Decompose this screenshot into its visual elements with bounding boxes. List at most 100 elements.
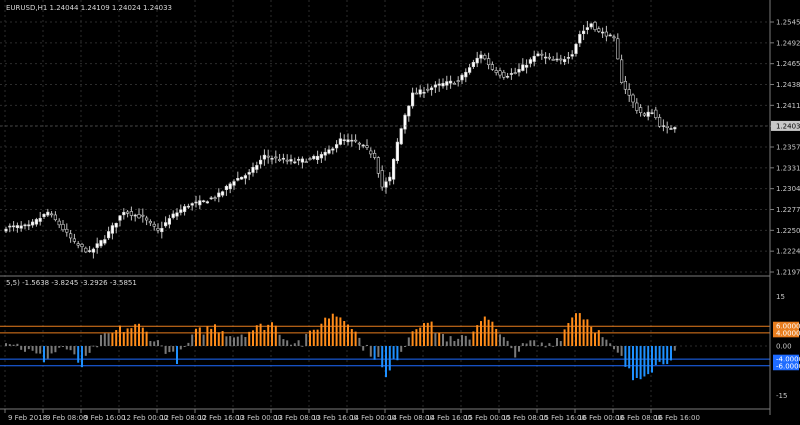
histogram-bar	[601, 337, 604, 346]
candle-body	[164, 222, 168, 227]
histogram-bar	[84, 346, 87, 356]
candle-body	[410, 92, 415, 107]
histogram-bar	[567, 323, 570, 346]
histogram-bar	[491, 321, 494, 346]
candle-body	[190, 203, 194, 206]
histogram-bar	[157, 340, 159, 346]
candle-body	[57, 220, 61, 226]
histogram-bar	[107, 333, 110, 346]
candle-body	[23, 224, 27, 227]
histogram-bar	[430, 321, 433, 346]
candle-body	[346, 139, 350, 143]
histogram-bar	[221, 331, 224, 346]
candle-body	[559, 58, 563, 61]
price-tick-label: 1.21970	[776, 269, 800, 277]
candle-body	[372, 153, 377, 158]
histogram-bar	[92, 345, 95, 347]
price-info-text: EURUSD,H1 1.24044 1.24109 1.24024 1.2403…	[6, 4, 172, 12]
candle-body	[251, 166, 255, 173]
histogram-bar	[396, 346, 399, 361]
candle-body	[467, 67, 472, 73]
candle-body	[198, 200, 202, 206]
histogram-bar	[16, 343, 19, 346]
chart-canvas[interactable]: EURUSD,H1 1.24044 1.24109 1.24024 1.2403…	[0, 0, 800, 425]
candle-body	[399, 128, 403, 145]
histogram-bar	[293, 343, 296, 346]
histogram-bar	[544, 346, 547, 348]
histogram-bar	[548, 343, 551, 346]
histogram-bar	[320, 323, 323, 346]
histogram-bar	[309, 330, 311, 346]
candle-body	[319, 154, 324, 159]
candle-body	[61, 224, 65, 231]
histogram-bar	[191, 334, 194, 346]
histogram-bar	[540, 342, 543, 346]
candle-body	[27, 224, 31, 227]
histogram-bar	[419, 327, 422, 346]
histogram-bar	[259, 323, 262, 346]
candle-body	[118, 215, 122, 221]
candle-body	[543, 56, 548, 59]
histogram-bar	[373, 346, 376, 360]
candle-body	[578, 34, 582, 44]
candle-body	[365, 145, 369, 148]
time-tick-label: 9 Feb 16:00	[84, 414, 125, 422]
histogram-bar	[529, 340, 532, 346]
candle-body	[103, 239, 107, 244]
candle-body	[167, 218, 172, 225]
histogram-bar	[187, 342, 190, 346]
current-price-label: 1.24033	[776, 122, 800, 130]
histogram-bar	[339, 317, 342, 346]
histogram-bar	[362, 346, 365, 351]
histogram-bar	[582, 319, 585, 346]
histogram-bar	[343, 321, 346, 346]
histogram-bar	[43, 346, 45, 363]
histogram-bar	[5, 343, 7, 346]
histogram-bar	[404, 346, 406, 347]
candle-body	[422, 91, 426, 94]
histogram-bar	[58, 346, 61, 348]
histogram-bar	[81, 346, 83, 368]
histogram-bar	[392, 346, 395, 360]
candle-body	[357, 142, 362, 145]
candle-body	[133, 214, 137, 217]
histogram-bar	[145, 331, 148, 346]
candle-body	[88, 250, 92, 252]
candle-body	[240, 176, 244, 180]
time-tick-label: 16 Feb 16:00	[654, 414, 700, 422]
histogram-bar	[453, 340, 456, 346]
histogram-bar	[495, 328, 498, 346]
level-badge-label: 4.0000	[776, 329, 800, 337]
candle-body	[418, 89, 422, 95]
histogram-bar	[556, 337, 558, 346]
candle-body	[369, 150, 373, 155]
histogram-bar	[240, 334, 243, 346]
candle-body	[414, 92, 419, 95]
histogram-bar	[255, 325, 258, 346]
candle-body	[76, 243, 80, 246]
candle-body	[407, 105, 411, 117]
histogram-bar	[400, 346, 403, 352]
candle-body	[228, 183, 232, 190]
candle-body	[536, 53, 540, 57]
candle-body	[255, 165, 259, 170]
histogram-bar	[8, 344, 11, 346]
histogram-bar	[594, 332, 596, 346]
histogram-bar	[73, 346, 76, 355]
candle-body	[183, 206, 187, 212]
candle-body	[258, 159, 263, 165]
candle-body	[403, 114, 407, 130]
price-tick-label: 1.24650	[776, 60, 800, 68]
histogram-bar	[236, 336, 239, 346]
candle-body	[498, 70, 502, 76]
candle-body	[4, 228, 8, 232]
candle-body	[505, 75, 510, 78]
candle-body	[107, 231, 111, 239]
candle-body	[247, 172, 251, 175]
histogram-bar	[324, 317, 327, 346]
histogram-bar	[233, 337, 235, 346]
histogram-bar	[434, 332, 437, 346]
histogram-bar	[628, 346, 631, 369]
candle-body	[452, 82, 457, 85]
histogram-bar	[407, 337, 410, 346]
